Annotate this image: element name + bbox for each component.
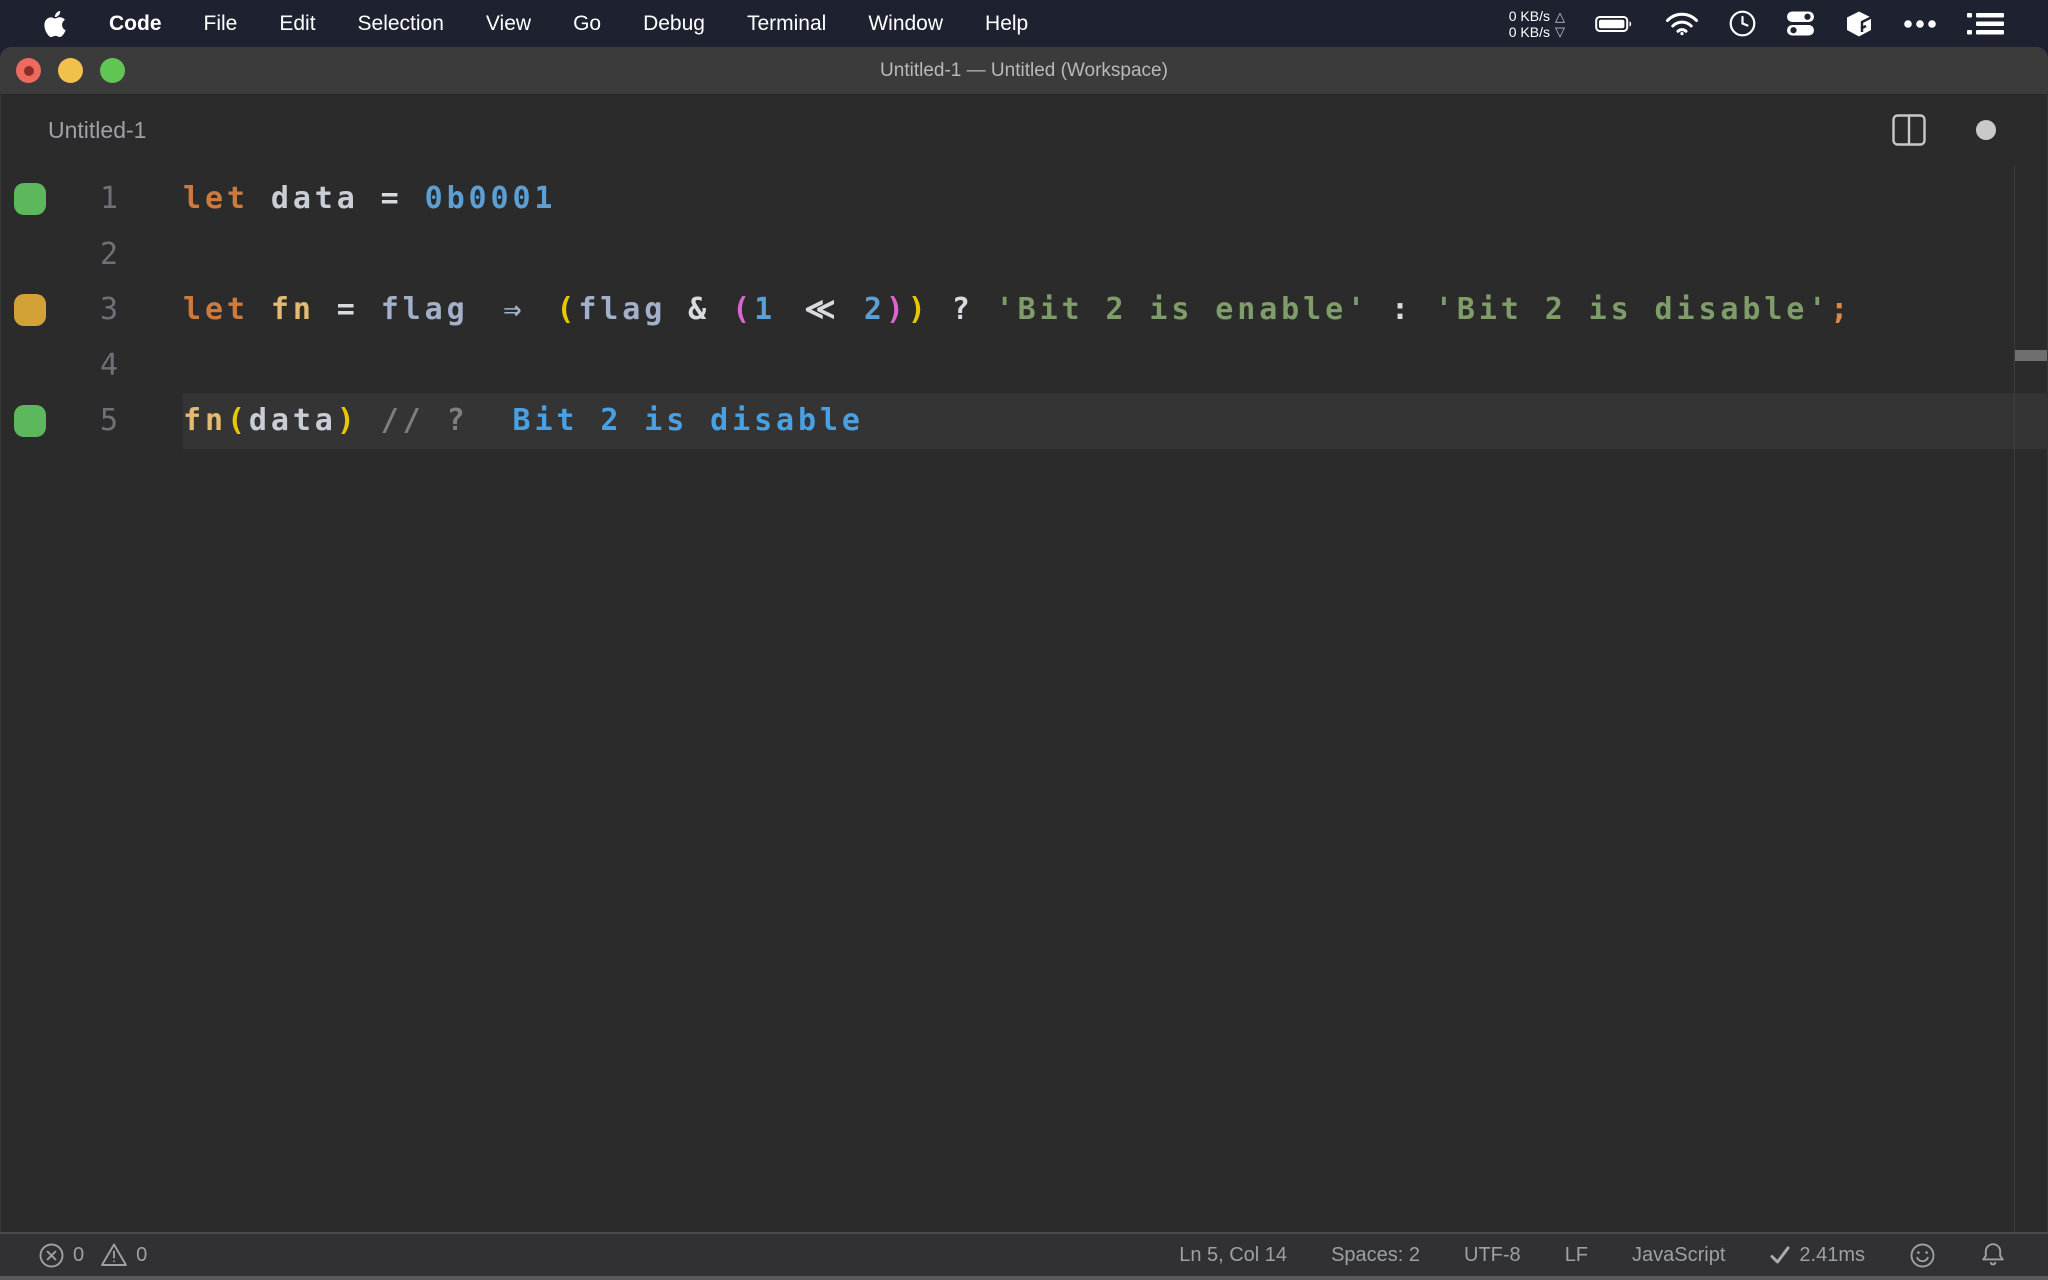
tab-untitled-1[interactable]: Untitled-1 <box>48 117 146 144</box>
gutter-cell <box>0 404 60 437</box>
code-line-3[interactable]: 3 let fn = flag ⇒ (flag & (1 ≪ 2)) ? 'Bit… <box>0 282 2048 338</box>
menubar-items: Code File Edit Selection View Go Debug Terminal… <box>88 12 1049 36</box>
network-speed-indicator[interactable]: 0 KB/s 0 KB/s △ ▽ <box>1509 8 1565 40</box>
menu-item-terminal[interactable]: Terminal <box>726 12 847 36</box>
apple-icon <box>44 10 66 37</box>
upload-arrow-icon: △ <box>1555 8 1565 24</box>
warnings-icon <box>101 1243 128 1266</box>
zoom-window-button[interactable] <box>100 58 125 83</box>
box-icon <box>1847 11 1872 36</box>
line-number: 2 <box>99 236 118 272</box>
line-number: 3 <box>99 292 118 328</box>
menu-item-window[interactable]: Window <box>847 12 964 36</box>
code-line-2[interactable]: 2 <box>0 227 2048 283</box>
clock-status[interactable] <box>1729 10 1756 37</box>
code-text: let fn = flag ⇒ (flag & (1 ≪ 2)) ? 'Bit … <box>183 292 1853 328</box>
warnings-count: 0 <box>136 1243 148 1266</box>
quokka-indicator-green <box>14 182 46 215</box>
split-editor-icon[interactable] <box>1892 114 1926 146</box>
menu-item-debug[interactable]: Debug <box>622 12 726 36</box>
menu-item-edit[interactable]: Edit <box>258 12 336 36</box>
code-area[interactable]: 1 let data = 0b0001 2 3 let fn = flag ⇒ (fla… <box>0 165 2048 449</box>
minimize-window-button[interactable] <box>58 58 83 83</box>
code-line-4[interactable]: 4 <box>0 338 2048 394</box>
code-line-1[interactable]: 1 let data = 0b0001 <box>0 171 2048 227</box>
menu-item-code[interactable]: Code <box>88 12 183 36</box>
control-center[interactable] <box>1786 10 1815 37</box>
line-number: 4 <box>99 347 118 383</box>
menu-item-file[interactable]: File <box>183 12 259 36</box>
quokka-indicator-yellow <box>14 293 46 326</box>
apple-menu[interactable] <box>44 10 66 37</box>
code-line-5[interactable]: 5 fn(data) // ? Bit 2 is disable <box>0 393 2048 449</box>
unsaved-changes-indicator[interactable] <box>1976 120 1996 140</box>
wifi-icon <box>1666 12 1698 36</box>
window-title: Untitled-1 — Untitled (Workspace) <box>880 59 1168 81</box>
statusbar: 0 0 Ln 5, Col 14 Spaces: 2 UTF-8 LF JavaScri… <box>0 1232 2048 1280</box>
perf-time: 2.41ms <box>1799 1243 1865 1266</box>
download-arrow-icon: ▽ <box>1555 23 1565 39</box>
feedback-smiley-icon[interactable] <box>1909 1242 1936 1269</box>
toggles-icon <box>1787 11 1814 36</box>
vscode-window: Untitled-1 — Untitled (Workspace) Untitl… <box>0 47 2048 1280</box>
check-icon <box>1770 1246 1790 1264</box>
menu-item-view[interactable]: View <box>465 12 552 36</box>
list-status-item[interactable] <box>1967 11 2004 37</box>
gutter-cell <box>0 182 60 215</box>
quokka-indicator-green <box>14 404 46 437</box>
traffic-lights <box>16 47 125 94</box>
status-item-javascript[interactable]: JavaScript <box>1632 1244 1725 1267</box>
menu-item-help[interactable]: Help <box>964 12 1049 36</box>
battery-status[interactable] <box>1595 14 1635 34</box>
status-item-utf-8[interactable]: UTF-8 <box>1464 1244 1521 1267</box>
gutter-cell <box>0 293 60 326</box>
code-text: fn(data) // ? Bit 2 is disable <box>183 403 864 439</box>
line-number: 1 <box>99 181 118 217</box>
status-item-lf[interactable]: LF <box>1565 1244 1588 1267</box>
network-down-speed: 0 KB/s <box>1508 23 1550 40</box>
overview-ruler[interactable] <box>2014 166 2048 1232</box>
network-up-speed: 0 KB/s <box>1508 7 1550 24</box>
line-number: 5 <box>99 403 118 439</box>
status-item-ln-5-col-14[interactable]: Ln 5, Col 14 <box>1179 1244 1287 1267</box>
errors-count: 0 <box>73 1243 85 1266</box>
ellipsis-icon <box>1904 19 1936 28</box>
more-status-item[interactable] <box>1903 19 1937 29</box>
overview-ruler-mark <box>2015 350 2047 361</box>
clock-icon <box>1729 10 1756 37</box>
errors-icon <box>39 1243 64 1267</box>
code-text: let data = 0b0001 <box>183 181 557 217</box>
battery-icon <box>1595 15 1632 32</box>
wifi-status[interactable] <box>1665 11 1699 36</box>
app-status-item[interactable] <box>1845 10 1873 38</box>
editor-header: Untitled-1 <box>0 95 2048 165</box>
status-item-spaces-2[interactable]: Spaces: 2 <box>1331 1244 1420 1267</box>
menu-item-go[interactable]: Go <box>552 12 622 36</box>
notifications-bell-icon[interactable] <box>1980 1241 2006 1269</box>
macos-menubar: Code File Edit Selection View Go Debug Terminal… <box>0 0 2048 47</box>
problems-indicator[interactable]: 0 0 <box>38 1242 155 1269</box>
menu-item-selection[interactable]: Selection <box>337 12 465 36</box>
window-titlebar[interactable]: Untitled-1 — Untitled (Workspace) <box>0 47 2048 95</box>
list-icon <box>1967 12 2004 34</box>
close-window-button[interactable] <box>16 58 41 83</box>
quokka-perf-indicator[interactable]: 2.41ms <box>1769 1244 1865 1267</box>
